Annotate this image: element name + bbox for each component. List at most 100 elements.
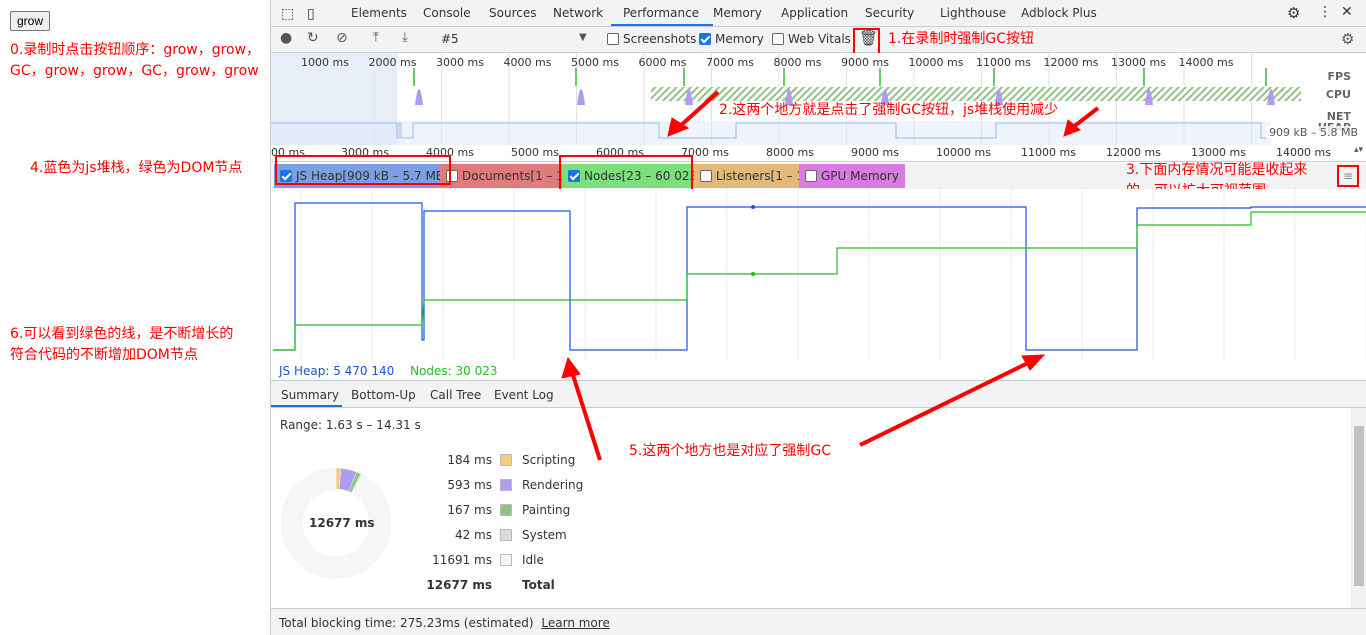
summary-value: 167 ms xyxy=(447,503,492,517)
heap-highlight-box xyxy=(275,155,451,185)
screenshots-checkbox[interactable]: Screenshots xyxy=(607,32,696,46)
tab-application[interactable]: Application xyxy=(781,6,848,20)
overview-tick: 7000 ms xyxy=(706,56,754,69)
chevron-down-icon[interactable]: ▼ xyxy=(579,32,587,43)
performance-toolbar: ● ↻ ⊘ ⤒ ⤓ #5 ▼ Screenshots Memory Web Vi… xyxy=(271,27,1366,56)
donut-total: 12677 ms xyxy=(309,516,375,530)
tab-performance[interactable]: Performance xyxy=(623,6,699,20)
reload-record-icon[interactable]: ↻ xyxy=(307,30,319,46)
settings-icon[interactable]: ⚙ xyxy=(1287,4,1300,22)
overview-tick: 4000 ms xyxy=(503,56,552,69)
total-blocking-time: Total blocking time: 275.23ms (estimated… xyxy=(279,616,534,630)
cpu-label: CPU xyxy=(1325,88,1351,101)
legend-swatch xyxy=(500,554,512,566)
memory-label: Memory xyxy=(715,32,764,46)
device-toolbar-icon[interactable]: ▯ xyxy=(307,6,315,22)
download-icon[interactable]: ⤓ xyxy=(402,30,408,45)
detail-tabs: Summary Bottom-Up Call Tree Event Log xyxy=(271,381,1366,408)
overview-tick: 12000 ms xyxy=(1043,56,1099,69)
close-icon[interactable]: ✕ xyxy=(1341,4,1353,20)
more-options-icon[interactable]: ⋮ xyxy=(1318,4,1332,20)
nodes-line xyxy=(273,211,1366,351)
summary-value: 11691 ms xyxy=(432,553,492,567)
ruler-tick: 10000 ms xyxy=(936,146,991,159)
inspect-element-icon[interactable]: ⬚ xyxy=(281,6,294,22)
overview-tick: 11000 ms xyxy=(976,56,1031,69)
overview-tick: 8000 ms xyxy=(773,56,822,69)
counter-checkbox[interactable] xyxy=(805,170,817,182)
overview-tick: 14000 ms xyxy=(1178,56,1234,69)
legend-swatch xyxy=(500,529,512,541)
annotation-6a: 6.可以看到绿色的线，是不断增长的 xyxy=(10,326,234,342)
tab-adblock-plus[interactable]: Adblock Plus xyxy=(1021,6,1097,20)
nodes-value: Nodes: 30 023 xyxy=(410,364,498,378)
footer: Total blocking time: 275.23ms (estimated… xyxy=(271,608,1366,635)
tab-elements[interactable]: Elements xyxy=(351,6,407,20)
record-icon[interactable]: ● xyxy=(280,30,292,46)
summary-label: Painting xyxy=(522,503,571,517)
annotation-1: 1.在录制时强制GC按钮 xyxy=(888,31,1034,47)
total-value: 12677 ms xyxy=(426,578,492,592)
memory-counters: JS Heap[909 kB – 5.7 MB] Documents[1 – 1]… xyxy=(271,155,1366,199)
memory-graph xyxy=(271,189,1366,361)
scroll-updown-icon[interactable]: ▴▾ xyxy=(1354,145,1363,155)
summary-label: System xyxy=(522,528,567,542)
gc-highlight-box xyxy=(853,28,880,56)
overview-tick: 5000 ms xyxy=(571,56,619,69)
tab-event-log[interactable]: Event Log xyxy=(494,388,554,402)
learn-more-link[interactable]: Learn more xyxy=(541,616,609,630)
tab-security[interactable]: Security xyxy=(865,6,914,20)
upload-icon[interactable]: ⤒ xyxy=(373,30,379,45)
ruler-tick: 13000 ms xyxy=(1191,146,1246,159)
counter-4[interactable]: GPU Memory xyxy=(799,164,905,188)
nodes-highlight-box xyxy=(559,155,693,193)
summary-label: Rendering xyxy=(522,478,584,492)
js-heap-value: JS Heap: 5 470 140 xyxy=(279,364,395,378)
tab-lighthouse[interactable]: Lighthouse xyxy=(940,6,1006,20)
tab-call-tree[interactable]: Call Tree xyxy=(430,388,481,402)
clear-icon[interactable]: ⊘ xyxy=(336,30,348,46)
tab-summary[interactable]: Summary xyxy=(281,388,339,402)
annotation-4: 4.蓝色为js堆栈，绿色为DOM节点 xyxy=(30,160,243,176)
expand-counters-icon[interactable]: ≡ xyxy=(1337,165,1359,187)
tab-bottom-up[interactable]: Bottom-Up xyxy=(351,388,416,402)
annotation-0b: GC，grow，grow，GC，grow，grow xyxy=(10,63,259,79)
tab-memory[interactable]: Memory xyxy=(713,6,762,20)
overview-tick: 10000 ms xyxy=(908,56,964,69)
grow-button[interactable]: grow xyxy=(10,11,51,31)
counter-3[interactable]: Listeners[1 – 1] xyxy=(694,164,815,188)
annotation-6b: 符合代码的不断增加DOM节点 xyxy=(10,347,198,363)
memory-lines xyxy=(273,189,1366,361)
tab-sources[interactable]: Sources xyxy=(489,6,536,20)
memory-status: JS Heap: 5 470 140 Nodes: 30 023 xyxy=(271,361,1366,381)
summary-label: Scripting xyxy=(522,453,576,467)
range-text: Range: 1.63 s – 14.31 s xyxy=(280,418,421,432)
ruler-tick: 14000 ms xyxy=(1276,146,1331,159)
counter-checkbox[interactable] xyxy=(700,170,712,182)
tab-network[interactable]: Network xyxy=(553,6,603,20)
annotation-3a: 3.下面内存情况可能是收起来 xyxy=(1126,162,1308,178)
overview-tick: 3000 ms xyxy=(436,56,484,69)
tab-console[interactable]: Console xyxy=(423,6,471,20)
annotation-0a: 0.录制时点击按钮顺序：grow，grow， xyxy=(10,42,261,58)
capture-settings-icon[interactable]: ⚙ xyxy=(1341,30,1354,48)
summary-label: Idle xyxy=(522,553,544,567)
summary-value: 593 ms xyxy=(447,478,492,492)
overview-tick: 1000 ms xyxy=(301,56,349,69)
ruler-tick: 5000 ms xyxy=(511,146,559,159)
fps-label: FPS xyxy=(1327,70,1352,83)
devtools-tabbar: ⬚ ▯ Elements Console Sources Network Perform… xyxy=(271,0,1366,27)
total-label: Total xyxy=(522,578,555,592)
counter-label: Documents[1 – 1] xyxy=(462,169,569,183)
summary-scrollbar[interactable] xyxy=(1351,408,1366,608)
memory-checkbox[interactable]: Memory xyxy=(699,32,764,46)
ruler-tick: 12000 ms xyxy=(1106,146,1161,159)
ruler-tick: 9000 ms xyxy=(851,146,899,159)
recording-select[interactable]: #5 xyxy=(441,32,459,46)
counter-1[interactable]: Documents[1 – 1] xyxy=(440,164,575,188)
counter-label: Listeners[1 – 1] xyxy=(716,169,809,183)
timeline-overview[interactable]: 1000 ms 2000 ms 3000 ms 4000 ms 5000 ms 6000 … xyxy=(271,53,1366,145)
overview-tick: 2000 ms xyxy=(368,56,417,69)
web-vitals-checkbox[interactable]: Web Vitals xyxy=(772,32,851,46)
ruler-tick: 11000 ms xyxy=(1021,146,1076,159)
